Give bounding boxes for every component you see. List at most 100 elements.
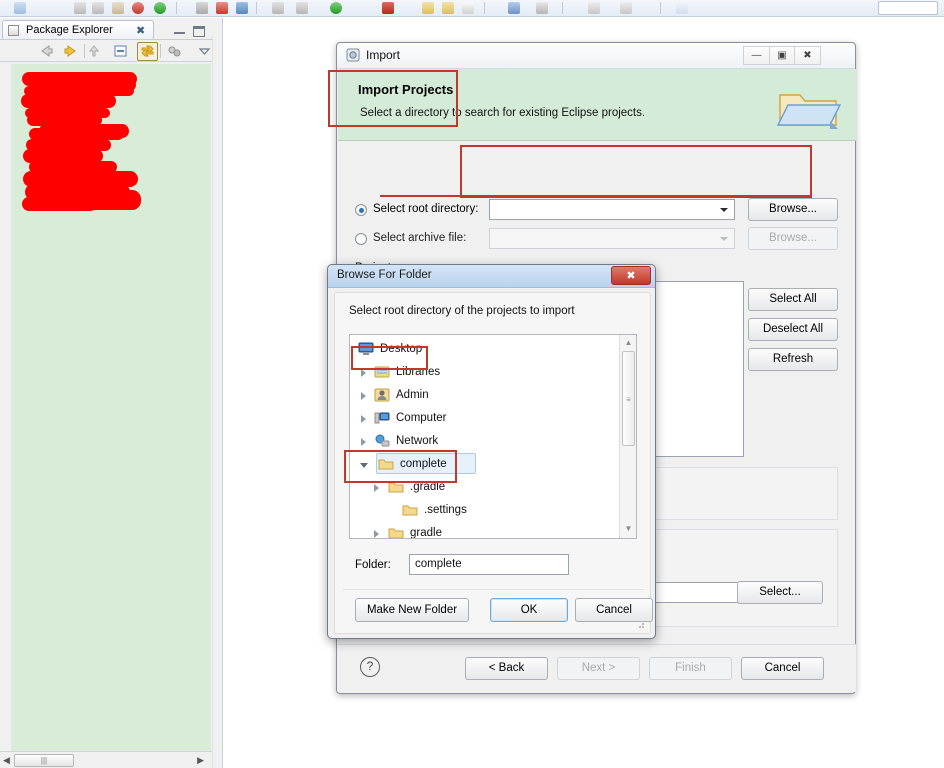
refresh-button[interactable]: Refresh (748, 348, 838, 371)
chevron-down-icon[interactable] (720, 237, 728, 241)
tree-row-label: Libraries (396, 366, 441, 378)
toolbar-separator-2 (256, 2, 257, 14)
help-icon[interactable]: ? (360, 657, 380, 677)
screen-root: Package Explorer ✖ ◀ ||| ▶ Import — ▣ ✖ … (0, 0, 944, 768)
print-icon[interactable] (74, 2, 86, 14)
copy-icon[interactable] (92, 2, 104, 14)
scroll-down-icon[interactable]: ▼ (623, 525, 634, 534)
close-icon[interactable]: ✖ (611, 266, 651, 285)
scroll-right-icon[interactable]: ▶ (197, 755, 204, 766)
terminal-icon[interactable] (536, 2, 548, 14)
nav-back-icon[interactable] (588, 2, 600, 14)
package-explorer-view: Package Explorer ✖ ◀ ||| ▶ (0, 18, 222, 768)
explorer-separator-1 (84, 44, 85, 58)
back-icon[interactable] (38, 43, 55, 59)
resize-grip[interactable] (635, 619, 645, 629)
wizard-title: Import Projects (358, 82, 454, 97)
search-input[interactable] (878, 1, 938, 15)
forward-icon[interactable] (62, 43, 79, 59)
refresh-icon[interactable] (236, 2, 248, 14)
next-button[interactable]: Next > (557, 657, 640, 680)
explorer-horizontal-scrollbar[interactable]: ◀ ||| ▶ (0, 751, 222, 768)
chevron-right-icon[interactable] (361, 438, 366, 446)
cancel-search-icon[interactable] (216, 2, 228, 14)
select-all-button[interactable]: Select All (748, 288, 838, 311)
root-directory-browse-button[interactable]: Browse... (748, 198, 838, 221)
chevron-right-icon[interactable] (374, 530, 379, 538)
deselect-all-button[interactable]: Deselect All (748, 318, 838, 341)
chevron-down-icon[interactable] (720, 208, 728, 212)
edit-icon[interactable] (462, 2, 474, 14)
folder-icon (388, 480, 404, 494)
chevron-right-icon[interactable] (361, 369, 366, 377)
back-button[interactable]: < Back (465, 657, 548, 680)
project-tree[interactable] (11, 64, 211, 767)
up-icon[interactable] (86, 43, 103, 59)
computer-icon (374, 411, 390, 425)
scroll-left-icon[interactable]: ◀ (3, 755, 10, 766)
root-directory-radio[interactable] (355, 204, 367, 216)
folder-icon (378, 457, 394, 471)
libraries-icon (374, 365, 390, 379)
paste-icon[interactable] (112, 2, 124, 14)
browse-for-folder-dialog: Browse For Folder ✖ Select root director… (327, 264, 656, 639)
maximize-button[interactable]: ▣ (769, 46, 795, 65)
import-dialog-titlebar[interactable]: Import — ▣ ✖ (337, 43, 855, 69)
link-with-editor-icon[interactable] (139, 43, 156, 59)
nav-forward-icon[interactable] (620, 2, 632, 14)
minimize-button[interactable]: — (743, 46, 769, 65)
run-icon[interactable] (330, 2, 342, 14)
archive-file-browse-button[interactable]: Browse... (748, 227, 838, 250)
scroll-up-icon[interactable]: ▲ (623, 339, 634, 348)
scrollbar-thumb[interactable]: ≡ (622, 351, 635, 446)
make-new-folder-button[interactable]: Make New Folder (355, 598, 469, 622)
browse-dialog-titlebar[interactable]: Browse For Folder ✖ (328, 265, 655, 288)
redaction-stroke (21, 94, 116, 108)
chevron-right-icon[interactable] (374, 484, 379, 492)
maximize-icon[interactable] (193, 26, 205, 37)
finish-button[interactable]: Finish (649, 657, 732, 680)
folder-tree[interactable]: Desktop Libraries Admin Computer Network… (349, 334, 637, 539)
perspective-icon[interactable] (676, 2, 688, 14)
cancel-button[interactable]: Cancel (741, 657, 824, 680)
pin-icon[interactable] (508, 2, 520, 14)
close-icon[interactable]: ✖ (136, 24, 145, 37)
folder-icon (402, 503, 418, 517)
run-green-icon[interactable] (154, 2, 166, 14)
explorer-toolbar (0, 40, 222, 62)
minimize-icon[interactable] (174, 26, 185, 34)
archive-file-radio[interactable] (355, 233, 367, 245)
chevron-right-icon[interactable] (361, 415, 366, 423)
next-icon[interactable] (296, 2, 308, 14)
folder-tree-scrollbar[interactable]: ▲ ≡ ▼ (619, 335, 636, 538)
tree-row-label: complete (400, 458, 447, 470)
ok-button[interactable]: OK (490, 598, 568, 622)
save-icon[interactable] (14, 2, 26, 14)
stop-red-icon[interactable] (382, 2, 394, 14)
zoom-icon[interactable] (272, 2, 284, 14)
tree-row[interactable]: gradle (350, 521, 636, 538)
folder-new-icon[interactable] (422, 2, 434, 14)
redaction-stroke (39, 124, 129, 138)
collapse-all-icon[interactable] (112, 43, 129, 59)
chevron-down-icon[interactable] (360, 463, 368, 468)
search-icon[interactable] (196, 2, 208, 14)
chevron-right-icon[interactable] (361, 392, 366, 400)
tab-package-explorer[interactable]: Package Explorer ✖ (2, 20, 154, 39)
browse-dialog-title: Browse For Folder (337, 269, 432, 281)
working-set-select-button[interactable]: Select... (737, 581, 823, 604)
folder-name-input[interactable]: complete (409, 554, 569, 575)
close-button[interactable]: ✖ (795, 46, 821, 65)
root-directory-combo[interactable] (489, 199, 735, 220)
debug-icon[interactable] (132, 2, 144, 14)
folder-open-icon[interactable] (442, 2, 454, 14)
eclipse-toolbar (0, 0, 944, 17)
view-menu-icon[interactable] (196, 43, 213, 59)
view-menu-filter-icon[interactable] (166, 43, 183, 59)
wizard-description: Select a directory to search for existin… (360, 107, 646, 119)
redaction-stroke (41, 190, 141, 210)
scrollbar-thumb[interactable]: ||| (14, 754, 74, 767)
folder-icon (388, 526, 404, 538)
archive-file-combo[interactable] (489, 228, 735, 249)
import-dialog-title: Import (366, 48, 401, 62)
